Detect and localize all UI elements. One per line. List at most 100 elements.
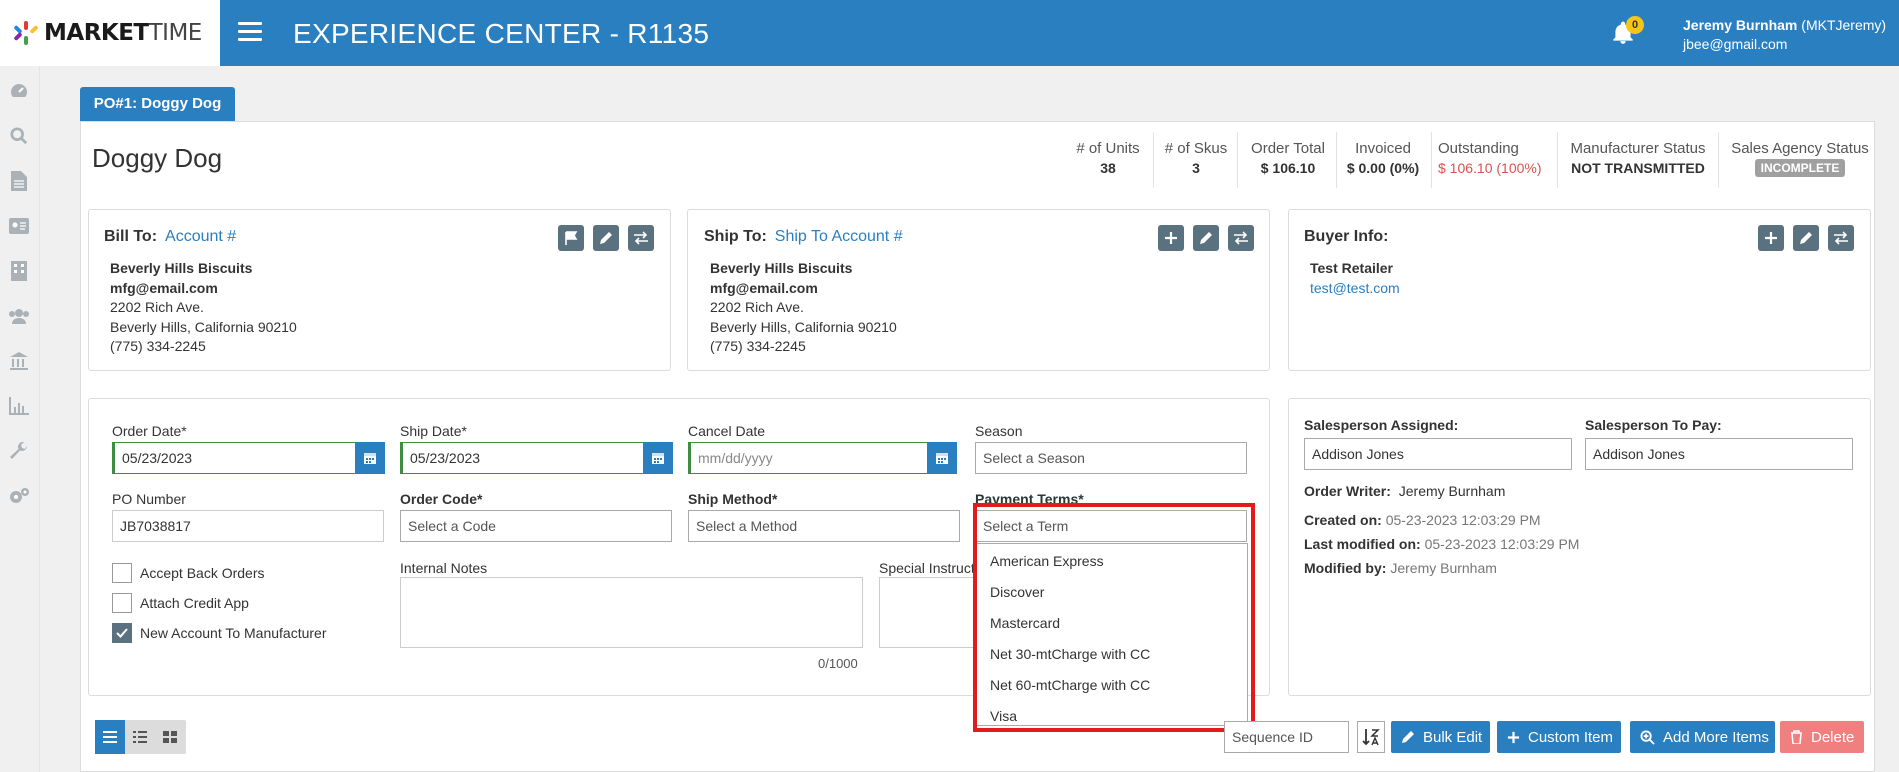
po-number-input[interactable]: JB7038817 [112,510,384,542]
buyer-info-title: Buyer Info: [1304,228,1389,245]
last-modified-on: Last modified on: 05-23-2023 12:03:29 PM [1304,536,1580,552]
detail-list-icon [133,731,147,743]
stat-divider [1431,132,1432,188]
view-toggle-group [95,720,186,754]
swap-icon [1834,231,1848,245]
stat-invoiced: Invoiced $ 0.00 (0%) [1346,140,1420,176]
ship-to-title: Ship To: Ship To Account # [704,228,903,245]
search-icon[interactable] [8,125,30,147]
order-writer: Order Writer: Jeremy Burnham [1304,483,1506,499]
ship-method-label: Ship Method* [688,491,778,507]
ship-method-select[interactable]: Select a Method [688,510,960,542]
season-label: Season [975,423,1023,439]
stat-divider [1336,132,1337,188]
buyer-email-link[interactable]: test@test.com [1310,279,1400,299]
stat-divider [1153,132,1154,188]
notes-counter: 0/1000 [818,656,858,671]
tab-po[interactable]: PO#1: Doggy Dog [80,87,235,121]
stat-order-total: Order Total $ 106.10 [1251,140,1325,176]
special-instructions-label: Special Instructions [879,560,975,576]
stat-divider [1557,132,1558,188]
grid-view-button[interactable] [155,720,185,754]
notification-badge: 0 [1626,16,1644,34]
attach-credit-app-checkbox[interactable] [112,593,132,613]
stat-sales-agency-status: Sales Agency Status INCOMPLETE [1731,140,1869,177]
edit-button[interactable] [1193,225,1219,251]
pencil-icon [1402,731,1414,743]
ship-to-account-link[interactable]: Ship To Account # [775,228,903,245]
swap-button[interactable] [628,225,654,251]
contact-card-icon[interactable] [8,215,30,237]
bill-to-address: Beverly Hills Biscuits mfg@email.com 220… [110,260,297,354]
flag-icon [565,231,578,245]
edit-button[interactable] [1793,225,1819,251]
logo[interactable]: MARKETTIME [0,0,220,66]
logo-mark-icon [13,21,39,45]
salesperson-to-pay-select[interactable]: Addison Jones [1585,438,1853,470]
new-account-checkbox[interactable] [112,623,132,643]
buyer-details: Test Retailer test@test.com [1310,259,1400,298]
dashboard-icon[interactable] [8,80,30,102]
cancel-date-label: Cancel Date [688,423,766,439]
list-view-button[interactable] [95,720,125,754]
plus-icon [1507,731,1520,743]
detail-view-button[interactable] [125,720,155,754]
delete-button[interactable]: Delete [1780,721,1864,753]
chart-icon[interactable] [8,395,30,417]
order-date-label: Order Date* [112,423,187,439]
salesperson-to-pay-label: Salesperson To Pay: [1585,417,1722,433]
add-more-items-button[interactable]: Add More Items [1630,721,1775,753]
bill-to-account-link[interactable]: Account # [165,228,236,245]
internal-notes-label: Internal Notes [400,560,488,576]
pencil-icon [600,232,612,244]
accept-back-orders-checkbox[interactable] [112,563,132,583]
add-button[interactable] [1758,225,1784,251]
users-icon[interactable] [8,305,30,327]
calendar-button[interactable] [643,442,673,474]
calendar-button[interactable] [927,442,957,474]
wrench-icon[interactable] [8,440,30,462]
ship-date-input[interactable]: 05/23/2023 [400,442,644,474]
bulk-edit-button[interactable]: Bulk Edit [1391,721,1490,753]
custom-item-button[interactable]: Custom Item [1497,721,1621,753]
settings-icon[interactable] [8,485,30,507]
sort-direction-button[interactable] [1357,721,1385,753]
building-icon[interactable] [8,260,30,282]
cancel-date-input[interactable]: mm/dd/yyyy [688,442,928,474]
menu-icon[interactable] [238,22,262,42]
season-select[interactable]: Select a Season [975,442,1247,474]
bill-to-title: Bill To: Account # [104,228,237,245]
order-date-input[interactable]: 05/23/2023 [112,442,356,474]
highlight-outline [973,503,1255,732]
internal-notes-textarea[interactable] [400,577,863,648]
order-code-select[interactable]: Select a Code [400,510,672,542]
stat-divider [1237,132,1238,188]
calendar-button[interactable] [355,442,385,474]
app-title: EXPERIENCE CENTER - R1135 [293,18,710,49]
calendar-icon [652,453,664,464]
plus-icon [1765,232,1777,244]
status-badge: INCOMPLETE [1754,159,1846,177]
swap-button[interactable] [1828,225,1854,251]
bank-icon[interactable] [8,350,30,372]
swap-button[interactable] [1228,225,1254,251]
stat-skus: # of Skus 3 [1164,140,1228,176]
list-icon [103,731,117,743]
order-code-label: Order Code* [400,491,483,507]
document-icon[interactable] [8,170,30,192]
calendar-icon [936,453,948,464]
new-account-label: New Account To Manufacturer [140,625,327,641]
plus-icon [1165,232,1177,244]
created-on: Created on: 05-23-2023 12:03:29 PM [1304,512,1541,528]
add-button[interactable] [1158,225,1184,251]
salesperson-assigned-select[interactable]: Addison Jones [1304,438,1572,470]
accept-back-orders-label: Accept Back Orders [140,565,265,581]
special-instructions-textarea[interactable] [879,577,975,648]
user-name[interactable]: Jeremy Burnham (MKTJeremy) [1683,17,1886,33]
pencil-icon [1800,232,1812,244]
sort-select[interactable]: Sequence ID [1224,721,1349,753]
logo-text: MARKETTIME [44,20,202,46]
edit-button[interactable] [593,225,619,251]
check-icon [116,628,128,638]
flag-button[interactable] [558,225,584,251]
